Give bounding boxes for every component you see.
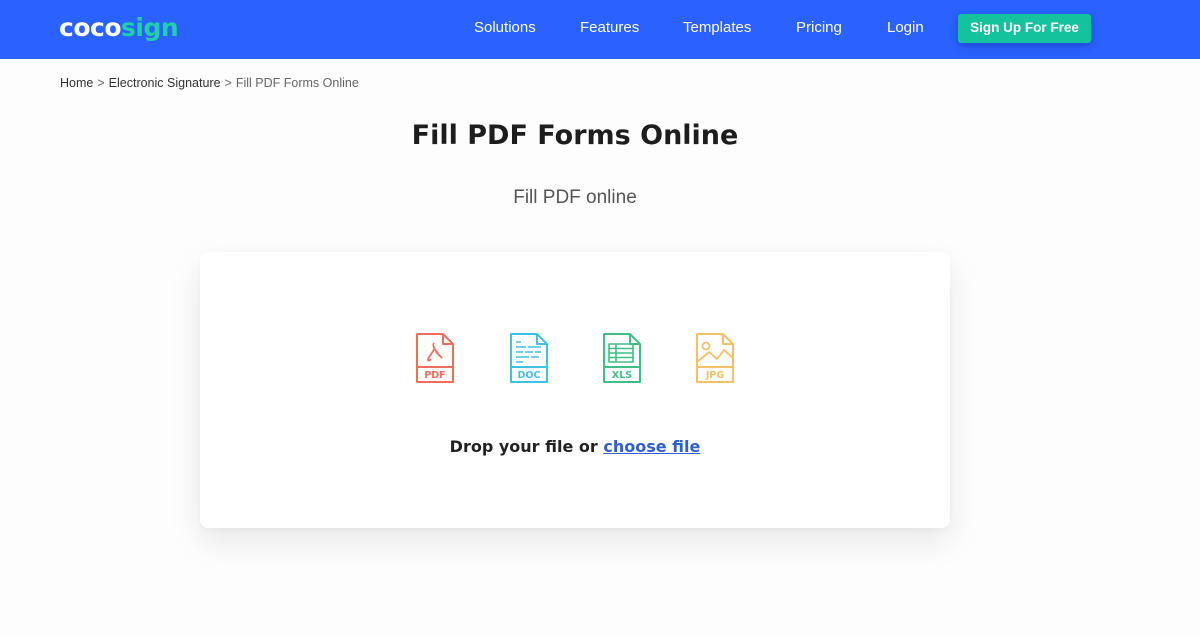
xls-file-icon: XLS — [603, 333, 641, 383]
page-subtitle: Fill PDF online — [513, 187, 637, 208]
sign-up-button[interactable]: Sign Up For Free — [958, 14, 1091, 43]
pdf-label: PDF — [424, 370, 445, 381]
nav-features[interactable]: Features — [580, 19, 639, 37]
jpg-label: JPG — [705, 370, 724, 381]
breadcrumb-separator: > — [97, 76, 105, 90]
file-drop-zone[interactable]: PDF DOC XLS JPG Drop your file or choose… — [200, 252, 950, 528]
doc-label: DOC — [518, 370, 541, 381]
drop-instructions: Drop your file or choose file — [200, 436, 950, 458]
nav-templates[interactable]: Templates — [683, 19, 751, 37]
breadcrumb-current: Fill PDF Forms Online — [235, 76, 359, 90]
nav-login[interactable]: Login — [887, 19, 924, 37]
breadcrumb-separator: > — [224, 76, 232, 90]
breadcrumb-electronic-signature[interactable]: Electronic Signature — [109, 76, 221, 90]
xls-label: XLS — [612, 370, 632, 381]
jpg-file-icon: JPG — [696, 333, 734, 383]
pdf-file-icon: PDF — [416, 333, 454, 383]
doc-file-icon: DOC — [510, 333, 548, 383]
top-navbar: cocosign Solutions Features Templates Pr… — [0, 0, 1200, 59]
breadcrumb: Home > Electronic Signature > Fill PDF Forms… — [60, 75, 359, 91]
nav-solutions[interactable]: Solutions — [474, 19, 536, 37]
cocosign-logo[interactable]: cocosign — [59, 12, 179, 44]
breadcrumb-home[interactable]: Home — [60, 76, 93, 90]
drop-text: Drop your file or — [449, 437, 598, 456]
nav-pricing[interactable]: Pricing — [796, 19, 842, 37]
choose-file-link[interactable]: choose file — [603, 437, 700, 456]
page-title: Fill PDF Forms Online — [411, 120, 739, 151]
